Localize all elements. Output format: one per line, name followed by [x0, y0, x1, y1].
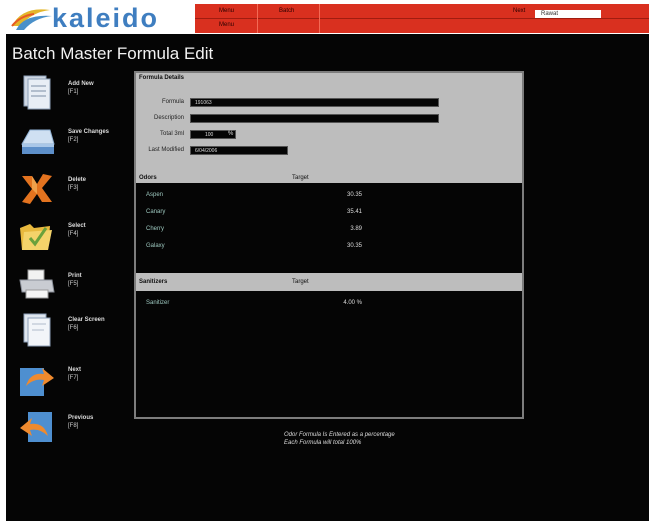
previous-button[interactable]: Previous [F8]	[16, 408, 134, 450]
formula-details-section: Formula 191063 Description Total 3ml 100…	[136, 83, 522, 171]
odor-name: Canary	[146, 209, 166, 215]
odors-header: Odors Target	[136, 173, 522, 183]
formula-label: Formula	[161, 99, 184, 105]
sidebar-item-label: Next	[68, 367, 82, 373]
next-arrow-icon	[20, 368, 54, 396]
note-line-2: Each Formula will total 100%	[284, 440, 362, 446]
description-label: Description	[153, 115, 184, 121]
sanitizer-name: Sanitizer	[146, 300, 170, 306]
table-row[interactable]: Galaxy 30.35	[146, 238, 516, 254]
sidebar-item-label: Select	[68, 223, 86, 229]
clear-screen-icon	[23, 313, 51, 347]
sanitizers-target-header: Target	[292, 279, 309, 285]
sidebar-item-label: Print	[68, 273, 82, 279]
odor-target[interactable]: 3.89	[302, 221, 362, 237]
sidebar-item-key: [F8]	[68, 423, 79, 429]
table-row[interactable]: Aspen 30.35	[146, 187, 516, 203]
table-row[interactable]: Cherry 3.89	[146, 221, 516, 237]
document-stack-icon	[23, 75, 51, 110]
description-input[interactable]	[190, 114, 439, 123]
print-button[interactable]: Print [F5]	[16, 266, 134, 308]
table-row[interactable]: Sanitizer 4.00 %	[146, 295, 516, 311]
clear-screen-button[interactable]: Clear Screen [F6]	[16, 310, 134, 352]
sidebar-item-label: Previous	[68, 415, 94, 421]
sanitizers-header: Sanitizers Target	[136, 277, 522, 287]
sidebar-item-key: [F5]	[68, 281, 79, 287]
formula-details-header: Formula Details	[136, 73, 522, 83]
total-unit: %	[228, 131, 234, 137]
sidebar-item-label: Clear Screen	[68, 317, 105, 323]
menu-divider	[319, 4, 320, 33]
note-line-1: Odor Formula Is Entered as a percentage	[284, 432, 395, 438]
top-search-field[interactable]: Rawat	[535, 10, 601, 18]
sidebar-item-key: [F1]	[68, 89, 79, 95]
odors-header-label: Odors	[139, 175, 157, 181]
save-disk-icon	[21, 129, 55, 154]
logo-swoosh-icon	[11, 9, 52, 30]
sidebar-item-label: Add New	[68, 81, 94, 87]
sidebar-item-key: [F2]	[68, 137, 79, 143]
previous-arrow-icon	[20, 412, 52, 442]
app-window: Batch Master Formula Edit Add New [F1] S…	[6, 34, 649, 521]
sidebar-item-key: [F4]	[68, 231, 79, 237]
odor-name: Aspen	[146, 192, 164, 198]
odor-target[interactable]: 30.35	[302, 238, 362, 254]
sidebar-item-key: [F3]	[68, 185, 79, 191]
page-title: Batch Master Formula Edit	[12, 44, 214, 63]
printer-icon	[19, 269, 55, 299]
formula-panel: Formula Details Formula 191063 Descripti…	[134, 71, 524, 419]
menu-item-menu-row2[interactable]: Menu	[219, 21, 234, 29]
odors-target-header: Target	[292, 175, 309, 181]
save-changes-button[interactable]: Save Changes [F2]	[16, 122, 134, 164]
sidebar-item-key: [F7]	[68, 375, 79, 381]
menu-item-batch[interactable]: Batch	[279, 7, 294, 15]
sidebar-item-label: Save Changes	[68, 129, 110, 135]
menu-row-divider	[195, 18, 649, 19]
sanitizers-header-label: Sanitizers	[139, 279, 168, 285]
odor-target[interactable]: 30.35	[302, 187, 362, 203]
delete-button[interactable]: Delete [F3]	[16, 170, 134, 212]
last-modified-label: Last Modified	[148, 147, 184, 153]
delete-x-icon	[22, 174, 52, 204]
sidebar-item-label: Delete	[68, 177, 87, 183]
section-divider	[136, 287, 522, 291]
menu-divider	[257, 4, 258, 33]
top-menu-bar: Menu Batch Next Menu Rawat	[195, 4, 649, 33]
sanitizer-target[interactable]: 4.00 %	[302, 295, 362, 311]
add-new-button[interactable]: Add New [F1]	[16, 74, 134, 116]
odor-name: Galaxy	[146, 243, 165, 249]
last-modified-field: 6/04/2006	[190, 146, 288, 155]
logo-text: kaleido	[52, 3, 160, 33]
odor-target[interactable]: 35.41	[302, 204, 362, 220]
next-button[interactable]: Next [F7]	[16, 360, 134, 402]
sidebar-item-key: [F6]	[68, 325, 79, 331]
select-button[interactable]: Select [F4]	[16, 216, 134, 258]
menu-item-next[interactable]: Next	[513, 7, 525, 15]
odors-list: Aspen 30.35 Canary 35.41 Cherry 3.89 Gal…	[136, 183, 522, 275]
folder-check-icon	[20, 224, 52, 250]
formula-input[interactable]: 191063	[190, 98, 439, 107]
menu-item-menu[interactable]: Menu	[219, 7, 234, 15]
odor-name: Cherry	[146, 226, 165, 232]
logo: kaleido	[6, 4, 206, 32]
info-note: Odor Formula Is Entered as a percentage …	[284, 431, 395, 447]
total-label: Total 3ml	[159, 131, 184, 137]
table-row[interactable]: Canary 35.41	[146, 204, 516, 220]
header: kaleido Menu Batch Next Menu Rawat	[0, 0, 649, 34]
